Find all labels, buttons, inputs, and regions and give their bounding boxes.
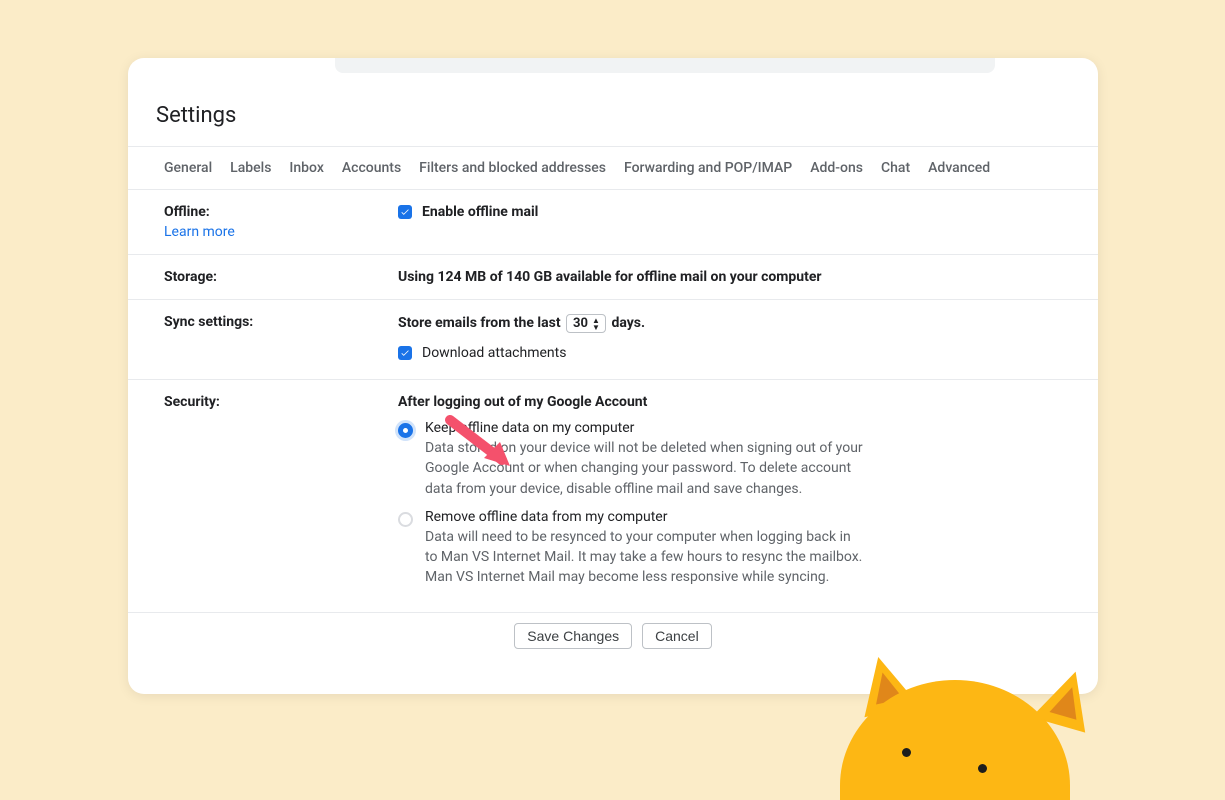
cancel-button[interactable]: Cancel <box>642 623 712 649</box>
radio-keep[interactable] <box>398 423 413 438</box>
row-offline: Offline: Learn more Enable offline mail <box>128 190 1098 255</box>
keep-desc: Data stored on your device will not be d… <box>425 438 865 499</box>
tab-filters[interactable]: Filters and blocked addresses <box>419 160 606 176</box>
learn-more-link[interactable]: Learn more <box>164 224 398 240</box>
download-attachments-label: Download attachments <box>422 345 566 361</box>
tab-inbox[interactable]: Inbox <box>289 160 323 176</box>
topbar <box>128 58 1098 79</box>
remove-title: Remove offline data from my computer <box>425 509 865 525</box>
sync-days-value: 30 <box>573 316 588 331</box>
sync-before: Store emails from the last <box>398 315 561 331</box>
tab-accounts[interactable]: Accounts <box>342 160 401 176</box>
enable-offline-label: Enable offline mail <box>422 204 538 220</box>
row-security: Security: After logging out of my Google… <box>128 380 1098 613</box>
tab-labels[interactable]: Labels <box>230 160 271 176</box>
remove-desc: Data will need to be resynced to your co… <box>425 527 865 588</box>
enable-offline-checkbox[interactable] <box>398 205 412 219</box>
security-label: Security: <box>164 394 220 410</box>
check-icon <box>400 207 410 217</box>
radio-remove[interactable] <box>398 512 413 527</box>
security-option-keep[interactable]: Keep offline data on my computer Data st… <box>398 420 1078 499</box>
check-icon <box>400 348 410 358</box>
save-button[interactable]: Save Changes <box>514 623 632 649</box>
button-row: Save Changes Cancel <box>128 613 1098 665</box>
sync-after: days. <box>611 315 645 331</box>
tab-advanced[interactable]: Advanced <box>928 160 990 176</box>
select-stepper-icon: ▲▼ <box>592 317 604 331</box>
sync-label: Sync settings: <box>164 314 253 330</box>
settings-content: Offline: Learn more Enable offline mail … <box>128 190 1098 665</box>
tab-addons[interactable]: Add-ons <box>810 160 863 176</box>
search-bar[interactable] <box>335 58 995 73</box>
sync-days-select[interactable]: 30 ▲▼ <box>566 314 606 333</box>
page-title: Settings <box>128 79 1098 146</box>
download-attachments-checkbox[interactable] <box>398 346 412 360</box>
storage-text: Using 124 MB of 140 GB available for off… <box>398 269 822 285</box>
row-storage: Storage: Using 124 MB of 140 GB availabl… <box>128 255 1098 300</box>
security-option-remove[interactable]: Remove offline data from my computer Dat… <box>398 509 1078 588</box>
tab-forwarding[interactable]: Forwarding and POP/IMAP <box>624 160 792 176</box>
settings-tabs: General Labels Inbox Accounts Filters an… <box>128 146 1098 190</box>
security-heading: After logging out of my Google Account <box>398 394 1078 410</box>
settings-window: Settings General Labels Inbox Accounts F… <box>128 58 1098 694</box>
tab-general[interactable]: General <box>164 160 212 176</box>
offline-label: Offline: <box>164 204 210 220</box>
keep-title: Keep offline data on my computer <box>425 420 865 436</box>
tab-chat[interactable]: Chat <box>881 160 910 176</box>
storage-label: Storage: <box>164 269 217 285</box>
row-sync: Sync settings: Store emails from the las… <box>128 300 1098 380</box>
